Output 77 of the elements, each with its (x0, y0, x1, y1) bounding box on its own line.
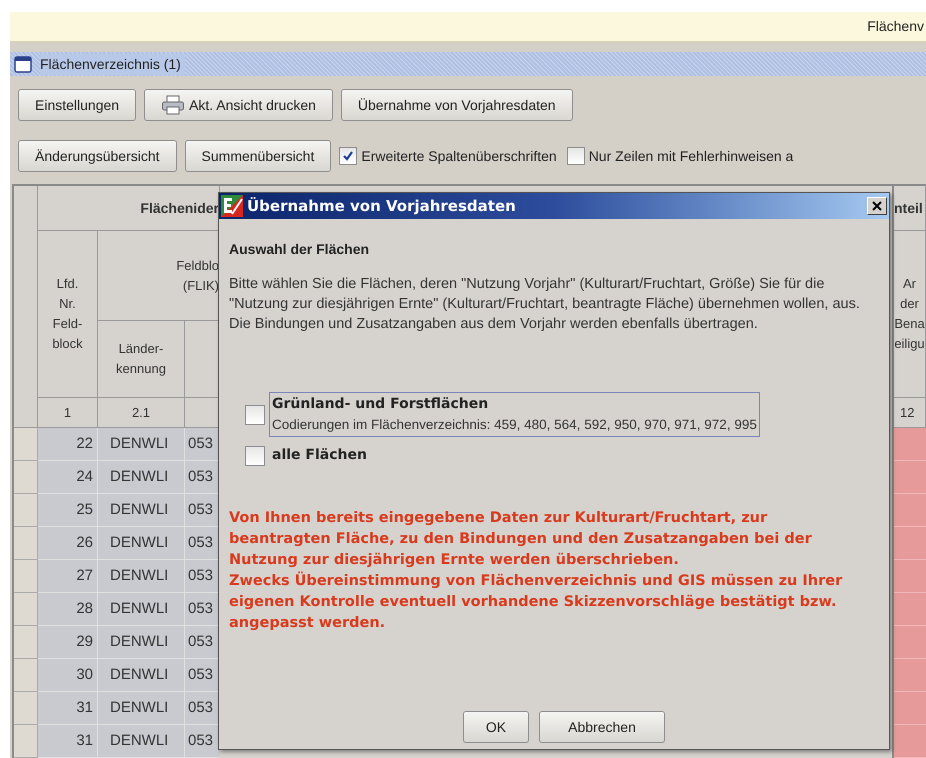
close-icon (872, 201, 882, 211)
table-cell (894, 692, 926, 725)
table-cell (894, 461, 926, 494)
table-cell (894, 494, 926, 527)
table-cell: DENWLI (98, 593, 185, 626)
checkmark-icon (342, 150, 354, 162)
table-cell (894, 626, 926, 659)
table-cell (894, 560, 926, 593)
close-button[interactable] (867, 197, 887, 215)
window-icon (14, 56, 32, 72)
option[interactable]: alle Flächen (269, 443, 370, 468)
table-cell: 053 (185, 494, 220, 527)
table-cell: 053 (185, 626, 220, 659)
table-cell: DENWLI (98, 428, 185, 461)
table-cell: 053 (185, 692, 220, 725)
table-cell: 28 (38, 593, 98, 626)
dialog-button[interactable]: Abbrechen (539, 711, 665, 743)
table-cell: DENWLI (98, 659, 185, 692)
table-cell: DENWLI (98, 461, 185, 494)
checkbox[interactable] (339, 147, 358, 165)
column-number: 1 (64, 404, 72, 422)
table-cell: 26 (38, 527, 98, 560)
table-cell: 31 (38, 692, 98, 725)
table-cell: 053 (185, 428, 220, 461)
checkbox-label[interactable]: Erweiterte Spaltenüberschriften (361, 146, 557, 166)
table-cell: 25 (38, 494, 98, 527)
column-group-header: nteil (894, 199, 923, 218)
dialog-title: Übernahme von Vorjahresdaten (247, 196, 516, 217)
column-group-header: Flächenider (139, 199, 219, 218)
table-cell: 31 (38, 725, 98, 758)
dialog-button[interactable]: OK (463, 711, 529, 743)
table-cell: 053 (185, 659, 220, 692)
option[interactable]: Grünland- und Forstflächen Codierungen im Flächenverzeichnis: 459, 480, 564, 592, 950, 970, 971, 972, 995 (269, 392, 760, 438)
header-title: Flächenv (867, 17, 925, 36)
toolbar-button[interactable]: Übernahme von Vorjahresdaten (340, 89, 573, 121)
table-cell: DENWLI (98, 725, 185, 758)
toolbar-button[interactable]: Summenübersicht (184, 140, 332, 172)
table-cell: 27 (38, 560, 98, 593)
toolbar-button[interactable]: Einstellungen (18, 89, 136, 121)
table-cell (894, 593, 926, 626)
table-cell (894, 527, 926, 560)
toolbar-button[interactable]: Änderungsübersicht (18, 140, 177, 172)
table-cell: 30 (38, 659, 98, 692)
column-number: 12 (900, 404, 914, 422)
checkbox[interactable] (245, 446, 265, 466)
warning-text: Von Ihnen bereits eingegebene Daten zur Kulturart/Fruchtart, zur beantragten Fläche, zu den Bindungen und den Zusatzangaben bei der Nutzung zur diesjährigen Ernte werden überschrieben. (229, 509, 813, 570)
table-cell: 053 (185, 461, 220, 494)
printer-icon (161, 95, 186, 115)
column-header: Lfd. Nr. Feld- block (52, 275, 83, 353)
column-number: 2.1 (132, 404, 150, 422)
description-text: Bitte wählen Sie die Flächen, deren "Nutzung Vorjahr" (Kulturart/Fruchtart, Größe) Sie für die "Nutzung zur diesjährigen Ernte" (Kulturart/Fruchtart, beantragte Fläche) übernehmen wollen, aus. Die Bindungen und Zusatzangaben aus dem Vorjahr werden ebenfalls übertragen. (229, 275, 861, 334)
warning-text: Zwecks Übereinstimmung von Flächenverzeichnis und GIS müssen zu Ihrer eigenen Kontrolle eventuell vorhandene Skizzenvorschläge bestätigt bzw. angepasst werden. (229, 571, 844, 634)
table-cell (894, 725, 926, 758)
table-cell: DENWLI (98, 626, 185, 659)
column-header: Länder- kennung (116, 340, 166, 378)
table-cell (894, 659, 926, 692)
window-title: Flächenverzeichnis (1) (40, 54, 185, 74)
table-cell: DENWLI (98, 527, 185, 560)
table-cell: 053 (185, 527, 220, 560)
table-cell: 053 (185, 593, 220, 626)
table-cell (894, 428, 926, 461)
column-header: Feldblo (FLIK) (176, 256, 219, 295)
app-logo-icon (221, 195, 243, 217)
print-button[interactable]: Akt. Ansicht drucken (144, 89, 333, 121)
checkbox[interactable] (245, 404, 265, 425)
table-cell: 24 (38, 461, 98, 494)
checkbox-label[interactable]: Nur Zeilen mit Fehlerhinweisen a (588, 146, 794, 166)
table-cell: DENWLI (98, 560, 185, 593)
table-cell: DENWLI (98, 494, 185, 527)
table-cell: DENWLI (98, 692, 185, 725)
checkbox[interactable] (566, 147, 585, 165)
column-header: Ar der Bena eiligu (894, 275, 925, 353)
section-heading: Auswahl der Flächen (229, 240, 370, 259)
table-cell: 053 (185, 725, 220, 758)
table-cell: 22 (38, 428, 98, 461)
table-cell: 29 (38, 626, 98, 659)
table-cell: 053 (185, 560, 220, 593)
